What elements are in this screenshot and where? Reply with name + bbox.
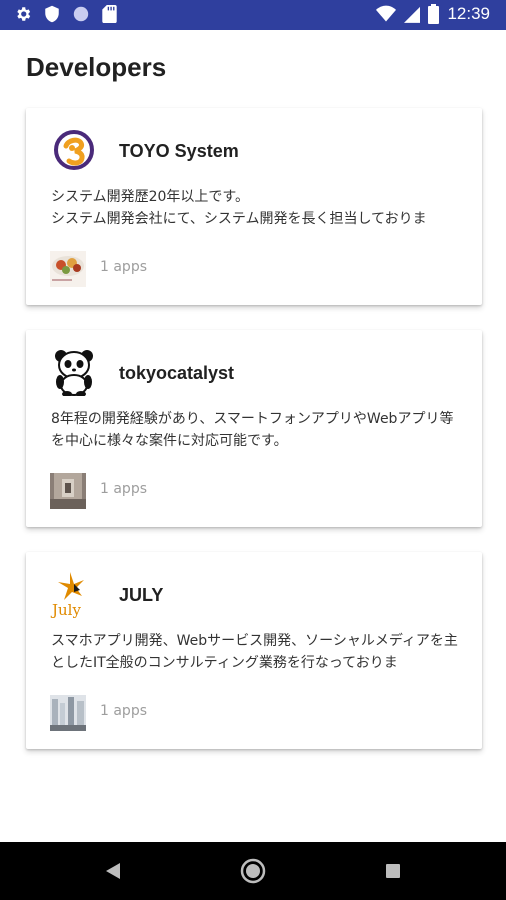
july-logo-text: July [50,601,81,618]
july-logo-icon: July [50,572,84,618]
home-button[interactable] [237,855,269,887]
developer-card-toyo-system[interactable]: TOYO System システム開発歴20年以上です。 システム開発会社にて、シ… [26,108,482,305]
wifi-icon [376,5,397,22]
developer-card-tokyocatalyst[interactable]: tokyocatalyst 8年程の開発経験があり、スマートフォンアプリやWeb… [26,330,482,527]
home-icon [240,858,266,884]
gear-icon [17,7,31,21]
developer-name: JULY [119,585,164,605]
developer-card-july[interactable]: July JULY スマホアプリ開発、Webサービス開発、ソーシャルメディアを主… [26,552,482,749]
circle-icon [73,6,89,22]
status-system-icons: 12:39 [376,4,490,24]
developer-name: TOYO System [119,141,239,161]
room-image-icon [50,473,86,509]
street-image-icon [50,695,86,731]
developer-description: システム開発歴20年以上です。 システム開発会社にて、システム開発を長く担当して… [51,189,427,227]
app-count: 1 apps [100,259,148,275]
shield-icon [45,5,59,23]
page-title: Developers [26,52,167,82]
navigation-bar [0,842,506,900]
recents-icon [386,864,400,878]
back-button[interactable] [97,855,129,887]
app-count: 1 apps [100,703,148,719]
app-thumbnail [50,695,86,731]
app-thumbnail [50,473,86,509]
signal-icon [404,6,421,23]
food-image-icon [50,251,86,287]
developer-description: 8年程の開発経験があり、スマートフォンアプリやWebアプリ等を中心に様々な案件に… [51,411,454,449]
app-count: 1 apps [100,481,148,497]
status-time: 12:39 [447,4,490,23]
developer-description: スマホアプリ開発、Webサービス開発、ソーシャルメディアを主としたIT全般のコン… [51,633,458,671]
status-bar: 12:39 [0,0,506,30]
sd-card-icon [102,5,117,23]
recents-button[interactable] [377,855,409,887]
battery-icon [428,4,440,24]
developer-name: tokyocatalyst [119,363,235,383]
app-thumbnail [50,251,86,287]
toyo-logo-icon [54,130,94,170]
status-notification-icons [14,5,117,23]
back-icon [106,863,120,879]
panda-icon [55,350,93,396]
